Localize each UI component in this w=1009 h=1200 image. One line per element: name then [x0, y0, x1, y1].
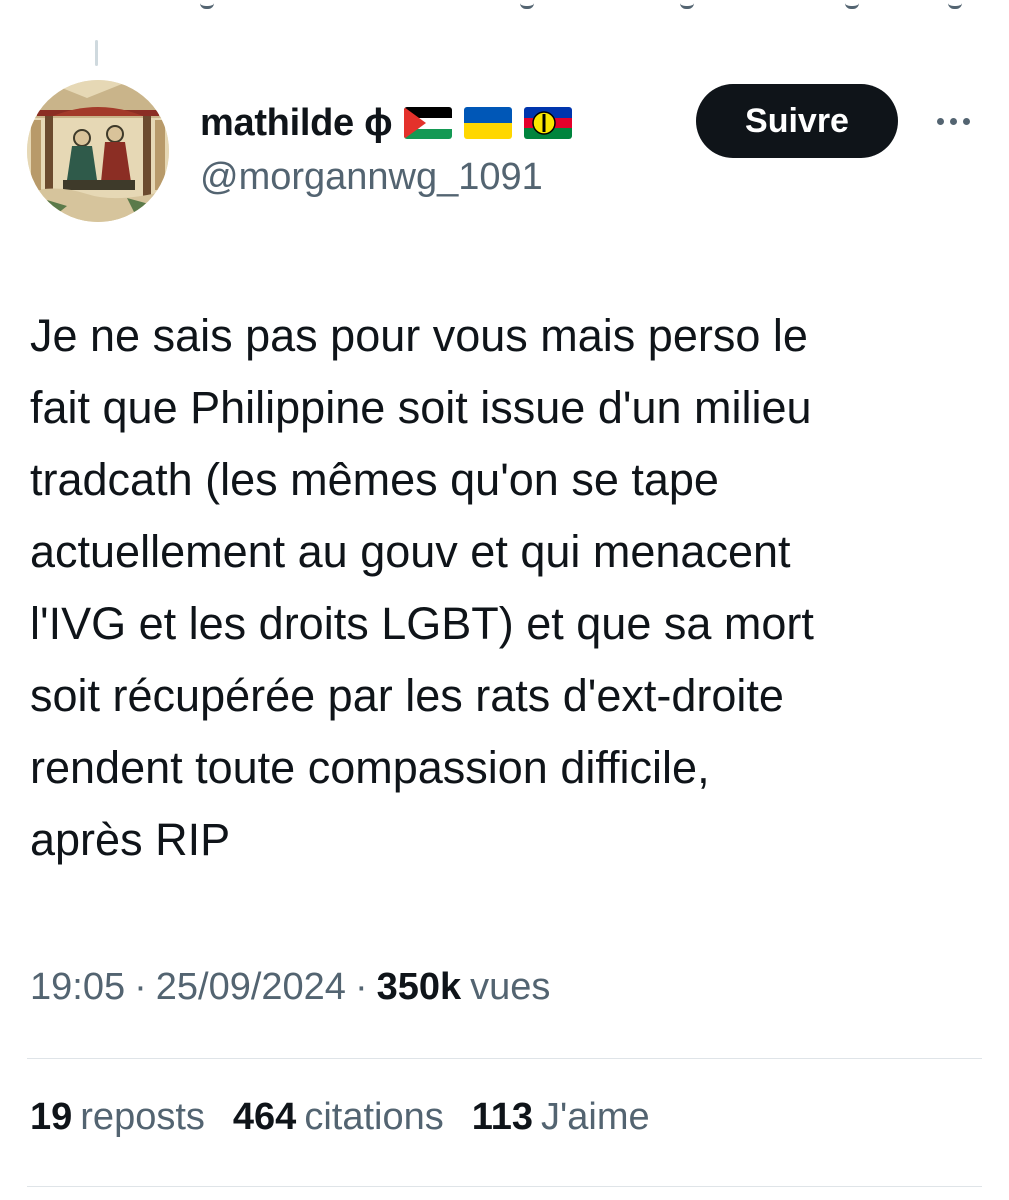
reply-icon-cropped	[200, 0, 214, 9]
retweet-icon-cropped	[520, 0, 534, 9]
thread-connector-line	[95, 40, 98, 66]
user-handle[interactable]: @morgannwg_1091	[200, 156, 543, 199]
engagement-stats: 19 reposts 464 citations 113 J'aime	[30, 1096, 650, 1139]
top-action-bar-cropped	[0, 0, 1009, 16]
tweet-line: l'IVG et les droits LGBT) et que sa mort	[30, 598, 814, 649]
likes-stat[interactable]: 113 J'aime	[472, 1096, 650, 1139]
tweet-line: tradcath (les mêmes qu'on se tape	[30, 454, 719, 505]
tapestry-avatar-image	[27, 80, 169, 222]
tweet-line: soit récupérée par les rats d'ext-droite	[30, 670, 784, 721]
display-name[interactable]: mathilde ɸ	[200, 102, 393, 145]
dot	[949, 117, 957, 125]
dot	[962, 117, 970, 125]
tweet-time[interactable]: 19:05	[30, 966, 125, 1009]
reposts-label: reposts	[80, 1096, 205, 1138]
more-dots-icon[interactable]	[928, 106, 978, 136]
tweet-line: rendent toute compassion difficile,	[30, 742, 710, 793]
reposts-stat[interactable]: 19 reposts	[30, 1096, 205, 1139]
quotes-count: 464	[232, 1096, 297, 1138]
tweet-date[interactable]: 25/09/2024	[156, 966, 346, 1009]
tweet-line: fait que Philippine soit issue d'un mili…	[30, 382, 812, 433]
tweet-line: après RIP	[30, 814, 231, 865]
likes-label: J'aime	[541, 1096, 650, 1138]
meta-separator: ·	[134, 966, 147, 1008]
reposts-count: 19	[30, 1096, 73, 1138]
avatar[interactable]	[27, 80, 169, 222]
ukraine-flag-icon	[464, 107, 513, 139]
tweet-text: Je ne sais pas pour vous mais perso le f…	[30, 300, 980, 876]
tweet-line: Je ne sais pas pour vous mais perso le	[30, 310, 808, 361]
author-name-row: mathilde ɸ	[200, 98, 573, 148]
meta-separator: ·	[354, 966, 368, 1008]
quotes-stat[interactable]: 464 citations	[233, 1096, 444, 1139]
quotes-label: citations	[304, 1096, 444, 1138]
likes-count: 113	[471, 1096, 534, 1138]
divider	[27, 1186, 982, 1187]
divider	[27, 1058, 982, 1059]
new-caledonia-flag-icon	[524, 107, 573, 139]
share-icon-cropped	[948, 0, 962, 9]
dot	[936, 117, 944, 125]
bookmark-icon-cropped	[845, 0, 859, 9]
follow-button[interactable]: Suivre	[696, 84, 898, 158]
tweet-line: actuellement au gouv et qui menacent	[30, 526, 791, 577]
views-count: 350k	[376, 966, 462, 1008]
views-icon-cropped	[680, 0, 694, 9]
palestine-flag-icon	[404, 107, 453, 139]
tweet-meta: 19:05 · 25/09/2024 · 350k vues	[30, 966, 550, 1009]
views-label: vues	[470, 966, 551, 1008]
